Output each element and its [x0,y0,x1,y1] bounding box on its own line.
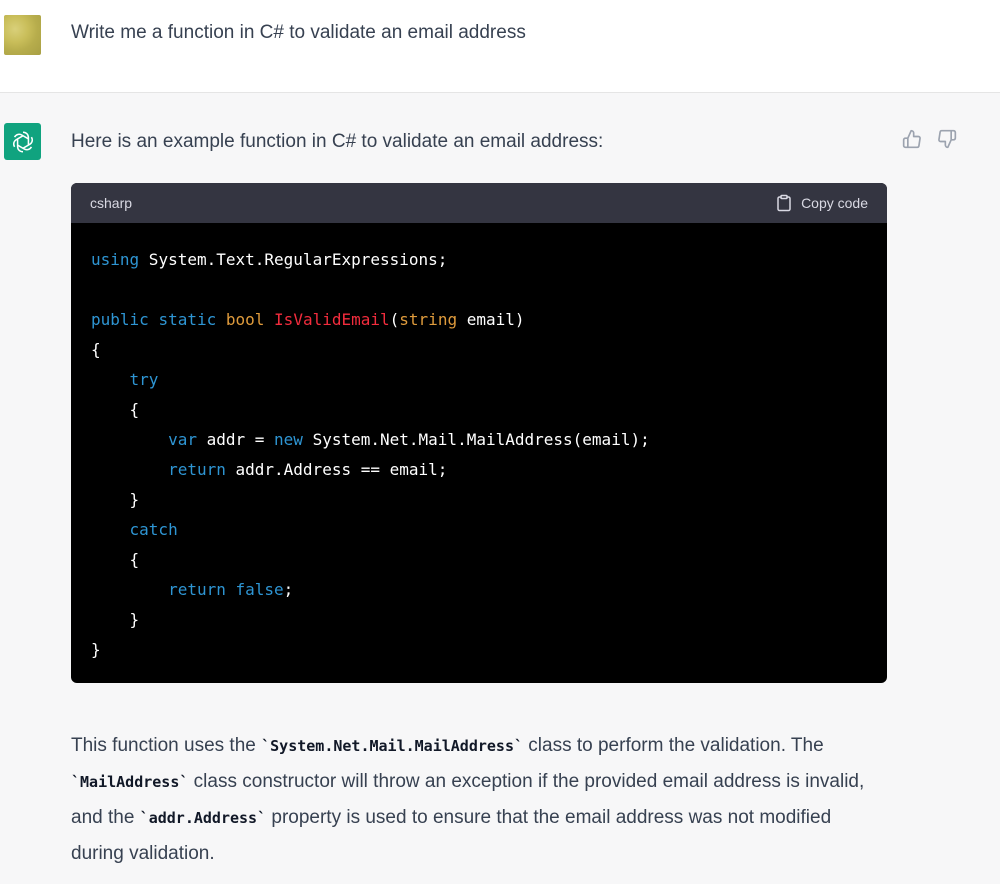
copy-code-button[interactable]: Copy code [775,194,868,212]
code-body: using System.Text.RegularExpressions; pu… [71,223,887,665]
code-token: string [399,310,458,329]
code-header: csharp Copy code [71,183,887,223]
code-line: } [91,635,867,665]
thumbs-down-icon [938,129,957,149]
assistant-explanation: This function uses the `System.Net.Mail.… [71,728,881,872]
code-token: email) [457,310,525,329]
user-avatar [4,15,41,55]
code-token: ; [283,580,294,599]
thumbs-down-button[interactable] [935,127,959,151]
code-block: csharp Copy code using System.Text.Regul… [71,183,887,683]
code-line: return addr.Address == email; [91,455,867,485]
code-line: var addr = new System.Net.Mail.MailAddre… [91,425,867,455]
code-token: try [129,370,159,389]
code-line: try [91,365,867,395]
code-line: catch [91,515,867,545]
code-line: return false; [91,575,867,605]
code-token: System.Net.Mail.MailAddress(email); [302,430,650,449]
code-token: ( [389,310,400,329]
code-token: static [158,310,217,329]
code-token: System.Text.RegularExpressions; [139,250,448,269]
code-token: return [168,460,226,479]
inline-code: `System.Net.Mail.MailAddress` [261,737,524,755]
code-token: bool [225,310,265,329]
code-token: } [91,640,101,659]
code-line: { [91,335,867,365]
code-token: IsValidEmail [274,310,390,329]
code-token: public [91,310,149,329]
user-message-text: Write me a function in C# to validate an… [71,22,526,43]
explanation-text: class to perform the validation. The [523,735,824,756]
code-token: false [235,580,284,599]
code-token: addr = [196,430,275,449]
code-line: public static bool IsValidEmail(string e… [91,305,867,335]
code-line: } [91,605,867,635]
explanation-text: This function uses the [71,735,262,756]
code-line: using System.Text.RegularExpressions; [91,245,867,275]
code-token: new [274,430,303,449]
code-token: using [91,250,140,269]
assistant-intro-text: Here is an example function in C# to val… [71,131,604,152]
copy-code-label: Copy code [801,195,868,211]
code-token: { [91,400,140,419]
clipboard-icon [777,194,791,212]
openai-logo-icon [12,130,33,153]
code-token: return [168,580,226,599]
code-language-label: csharp [90,195,133,211]
code-token: var [168,430,197,449]
code-token: } [91,610,140,629]
code-line: { [91,545,867,575]
code-token: { [91,340,101,359]
thumbs-up-icon [902,129,921,149]
thumbs-up-button[interactable] [900,127,924,151]
assistant-message-row: Here is an example function in C# to val… [0,93,1000,884]
code-token: { [91,550,140,569]
code-token: } [91,490,140,509]
inline-code: `addr.Address` [139,809,267,827]
inline-code: `MailAddress` [71,773,189,791]
assistant-avatar [4,123,41,160]
code-token: addr.Address == email; [225,460,448,479]
code-line: } [91,485,867,515]
code-token: catch [129,520,178,539]
code-line: { [91,395,867,425]
user-message-row: Write me a function in C# to validate an… [0,0,1000,93]
